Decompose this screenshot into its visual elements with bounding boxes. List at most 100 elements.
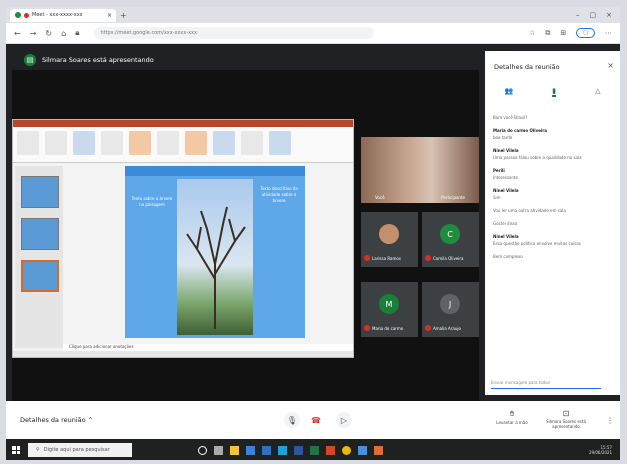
home-icon[interactable]: ⌂ [61,29,66,38]
tab-title: Meet - xxx-xxxx-xxx [32,12,83,18]
hand-icon: ✋︎ [509,409,515,418]
close-tab-icon[interactable]: × [107,12,112,19]
present-screen-icon: ▤ [24,54,36,66]
tab-bar: Meet - xxx-xxxx-xxx × + – ▢ × [6,7,620,23]
windows-start-icon[interactable] [12,446,20,454]
meet-controls-bar: Detalhes da reunião ⌃ 🎙︎ ☎︎ ▷ ✋︎ Levanta… [6,401,620,439]
edge-icon[interactable] [278,445,287,455]
participant-tile[interactable]: C Camila Oliveira [422,212,479,267]
lock-icon: 🔒︎ [75,28,80,37]
forward-icon[interactable]: → [30,29,37,38]
taskbar-apps [198,445,383,455]
current-slide: Texto sobre a árvore na paisagem Texto d… [125,166,305,338]
mic-off-icon [425,255,431,261]
chat-message: Ninel Vilela Sim [493,188,519,200]
ribbon-group [17,131,39,155]
ribbon-group [45,131,67,155]
excel-icon[interactable] [310,445,319,455]
reload-icon[interactable]: ↻ [45,29,52,38]
powerpoint-icon[interactable] [326,445,335,455]
meeting-details-panel: Detalhes da reunião × 👥 ▮ △ Bom você Bra… [485,51,620,395]
photos-icon[interactable] [358,445,367,455]
recording-dot-icon [24,12,29,18]
avatar: M [379,294,399,314]
close-window-icon[interactable]: × [606,11,612,19]
browser-window: Meet - xxx-xxxx-xxx × + – ▢ × ← → ↻ ⌂ 🔒︎… [6,7,620,460]
chat-message: Vou ler uma outra atividade em sala [493,208,566,213]
more-options-icon[interactable]: ⋮ [606,416,614,425]
avatar: J [440,294,460,314]
ppt-status-bar [13,351,353,357]
presenter-text: Silmara Soares está apresentando [42,56,154,64]
ribbon-group [129,131,151,155]
ribbon-group [241,131,263,155]
activities-tab-icon[interactable]: △ [595,87,600,97]
chat-message: Bem complexo [493,254,523,259]
mic-button[interactable]: 🎙︎ [284,412,300,428]
video-camera-icon: ▷ [340,415,348,425]
participant-name: Maria do carmo [372,325,404,331]
slide-top-strip [125,166,305,176]
presenter-banner: ▤ Silmara Soares está apresentando [24,54,154,66]
slide-thumbnails [15,166,63,348]
browser-tab[interactable]: Meet - xxx-xxxx-xxx × [10,8,116,22]
shared-powerpoint-window: Texto sobre a árvore na paisagem Texto d… [12,119,354,358]
ribbon-group [157,131,179,155]
url-field[interactable]: https://meet.google.com/xxx-xxxx-xxx [94,27,375,39]
back-icon[interactable]: ← [14,29,21,38]
star-icon[interactable]: ☆ [529,29,535,37]
participant-name: Camila Oliveira [433,255,464,261]
avatar: C [440,224,460,244]
profile-button[interactable]: ▢ [576,28,595,38]
chat-tab-icon[interactable]: ▮ [552,87,557,97]
menu-icon[interactable]: ⋯ [605,29,612,37]
task-view-icon[interactable] [214,445,223,455]
participant-name: Amalia Araujo [433,325,461,331]
minimize-icon[interactable]: – [576,11,580,19]
people-tab-icon[interactable]: 👥 [505,87,514,97]
participant-tile[interactable]: M Maria do carmo [361,282,418,337]
address-bar: ← → ↻ ⌂ 🔒︎ https://meet.google.com/xxx-x… [6,23,620,44]
slide-left-text: Texto sobre a árvore na paisagem [131,196,173,207]
system-tray-clock[interactable]: 15:57 29/06/2021 [589,445,612,455]
leave-call-button[interactable]: ☎︎ [308,412,324,428]
participant-tile[interactable]: Larissa Ramos [361,212,418,267]
collections-icon[interactable]: ⊞ [560,29,566,37]
extension-icon[interactable]: ⧉ [545,29,550,38]
taskbar-search[interactable]: ⚲ Digite aqui para pesquisar [28,443,132,457]
stop-presenting-button[interactable]: ⊡ Silmara Soares está apresentando [546,409,586,429]
new-tab-button[interactable]: + [120,11,127,20]
ribbon-group [213,131,235,155]
chat-message: Maria do carmo Oliveira boa tarde [493,128,547,140]
ppt-title-bar [13,120,353,127]
chrome-icon[interactable] [342,445,351,455]
ppt-ribbon [13,127,353,163]
meeting-details-toggle[interactable]: Detalhes da reunião ⌃ [20,416,93,424]
participant-tile[interactable]: J Amalia Araujo [422,282,479,337]
file-explorer-icon[interactable] [230,445,239,455]
chevron-up-icon: ⌃ [87,416,94,424]
chat-messages: Bom você Brasil? Maria do carmo Oliveira… [493,107,613,259]
chat-message: Perili Interessante [493,168,518,180]
windows-taskbar: ⚲ Digite aqui para pesquisar 15:57 29/06… [6,440,620,460]
raise-hand-button[interactable]: ✋︎ Levantar a mão [492,409,532,425]
ribbon-group [269,131,291,155]
store-icon[interactable] [246,445,255,455]
chat-message: Ninel Vilela Essa questão política envolv… [493,234,581,246]
mail-icon[interactable] [262,445,271,455]
mic-off-icon [425,325,431,331]
panel-tabs: 👥 ▮ △ [485,87,620,97]
app-icon[interactable] [374,445,383,455]
camera-feed: Você Participante [361,137,479,203]
cortana-icon[interactable] [198,445,207,455]
hang-up-icon: ☎︎ [311,415,321,425]
camera-button[interactable]: ▷ [336,412,352,428]
slide-thumbnail-selected [21,260,59,292]
ribbon-group [185,131,207,155]
maximize-icon[interactable]: ▢ [590,11,597,19]
word-icon[interactable] [294,445,303,455]
panel-title: Detalhes da reunião [494,63,560,71]
chat-input[interactable]: Enviar mensagem para todos [491,377,601,389]
chat-message: Ninel Vilela Uma pessoa falou sobre a qua… [493,148,582,160]
close-icon[interactable]: × [607,61,614,70]
